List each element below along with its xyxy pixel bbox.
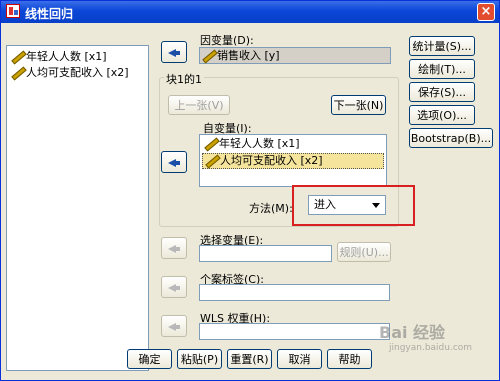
independent-variable-label: 人均可支配收入 [x2] [220,154,323,167]
source-variable-label: 年轻人人数 [x1] [26,50,107,63]
ok-button[interactable]: 确定 [127,349,172,369]
dependent-variable-item: 销售收入 [y] [202,49,280,63]
independent-variable-item[interactable]: 年轻人人数 [x1] [204,137,300,151]
next-block-button[interactable]: 下一张(N) [331,95,386,115]
selection-variable-field[interactable] [199,245,332,262]
independent-variable-item-selected[interactable]: 人均可支配收入 [x2] [202,153,384,169]
cancel-button[interactable]: 取消 [277,349,322,369]
options-button[interactable]: 选项(O)... [409,105,475,125]
block-label: 块1的1 [164,71,204,87]
independent-variable-list[interactable]: 年轻人人数 [x1] 人均可支配收入 [x2] [199,134,387,187]
linear-regression-dialog: 线性回归 × 年轻人人数 [x1] 人均可支配收入 [x2] 因变量(D): 销… [0,0,500,381]
scale-variable-icon [204,137,216,149]
independent-variable-label: 年轻人人数 [x1] [219,137,300,150]
scale-variable-icon [11,50,23,62]
move-to-selection-button[interactable] [161,237,187,259]
previous-block-button[interactable]: 上一张(V) [168,95,230,115]
move-to-dependent-button[interactable] [161,41,187,63]
reset-button[interactable]: 重置(R) [227,349,272,369]
source-variable-item[interactable]: 年轻人人数 [x1] [11,50,107,64]
move-to-wls-weight-button[interactable] [161,315,187,337]
bootstrap-button[interactable]: Bootstrap(B)... [409,128,493,148]
rule-button[interactable]: 规则(U)... [337,242,391,262]
source-variable-list[interactable]: 年轻人人数 [x1] 人均可支配收入 [x2] [6,45,149,371]
dependent-label: 因变量(D): [200,34,254,47]
window-title: 线性回归 [25,7,74,21]
case-labels-field[interactable] [199,284,390,301]
wls-weight-field[interactable] [199,323,390,340]
scale-variable-icon [205,154,217,166]
watermark-logo: Bai 经验 [379,323,446,342]
method-label: 方法(M): [249,202,293,215]
annotation-highlight-box [292,185,415,226]
scale-variable-icon [11,66,23,78]
watermark-url: jingyan.baidu.com [389,343,473,353]
scale-variable-icon [202,49,214,61]
help-button[interactable]: 帮助 [327,349,372,369]
move-to-independent-button[interactable] [161,151,187,173]
dependent-variable-value: 销售收入 [y] [217,49,280,62]
title-bar: 线性回归 × [1,1,499,23]
move-to-case-labels-button[interactable] [161,276,187,298]
source-variable-item[interactable]: 人均可支配收入 [x2] [11,66,129,80]
app-icon [6,4,20,18]
source-variable-label: 人均可支配收入 [x2] [26,66,129,79]
close-button[interactable]: × [477,3,495,21]
dependent-field[interactable]: 销售收入 [y] [199,47,391,64]
paste-button[interactable]: 粘贴(P) [177,349,222,369]
statistics-button[interactable]: 统计量(S)... [409,36,475,56]
save-button[interactable]: 保存(S)... [409,82,475,102]
plots-button[interactable]: 绘制(T)... [409,59,475,79]
